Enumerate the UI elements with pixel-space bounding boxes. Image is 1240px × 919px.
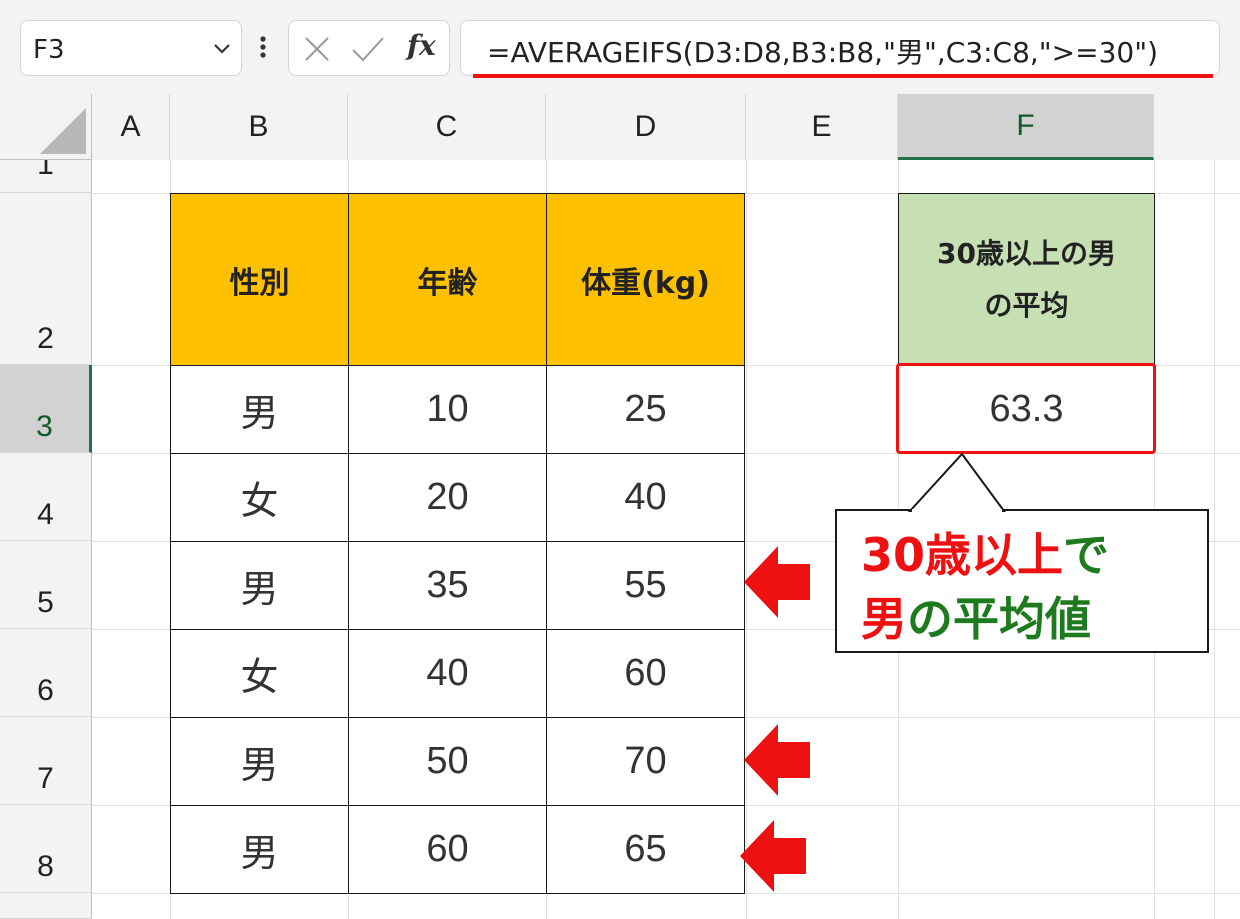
insert-function-icon[interactable]: fx xyxy=(407,29,436,62)
cell-weight[interactable]: 70 xyxy=(546,717,745,806)
arrow-left-icon xyxy=(740,820,806,892)
select-all-corner[interactable] xyxy=(0,94,92,160)
cell-weight[interactable]: 60 xyxy=(546,629,745,718)
header-age[interactable]: 年齢 xyxy=(348,193,547,366)
column-header-b[interactable]: B xyxy=(170,94,348,160)
header-weight[interactable]: 体重(kg) xyxy=(546,193,745,366)
cell-gender[interactable]: 男 xyxy=(170,717,349,806)
row-header-3[interactable]: 3 xyxy=(0,365,92,453)
cell-gender[interactable]: 男 xyxy=(170,541,349,630)
cell-age[interactable]: 50 xyxy=(348,717,547,806)
result-header-line1: 30歳以上の男 xyxy=(937,236,1116,270)
cell-age[interactable]: 40 xyxy=(348,629,547,718)
cell-weight[interactable]: 40 xyxy=(546,453,745,542)
cell-age[interactable]: 60 xyxy=(348,805,547,894)
result-highlight-box xyxy=(896,363,1156,454)
arrow-left-icon xyxy=(744,546,810,618)
callout-line1-red: 30歳以上 xyxy=(861,528,1064,582)
column-header-c[interactable]: C xyxy=(348,94,546,160)
name-box-value[interactable]: F3 xyxy=(33,35,65,65)
callout-line1-green: で xyxy=(1063,528,1110,582)
row-header-1-label[interactable]: 1 xyxy=(37,160,54,182)
row-header-1[interactable]: 1 xyxy=(0,160,92,193)
column-header-g[interactable] xyxy=(1154,94,1240,160)
result-header-line2: の平均 xyxy=(984,288,1069,322)
cell-gender[interactable]: 男 xyxy=(170,365,349,454)
cell-weight[interactable]: 65 xyxy=(546,805,745,894)
result-header[interactable]: 30歳以上の男 の平均 xyxy=(898,193,1155,366)
column-header-e[interactable]: E xyxy=(746,94,898,160)
callout-line2: 男の平均値 xyxy=(861,583,1091,649)
chevron-down-icon[interactable] xyxy=(211,37,233,59)
enter-check-icon[interactable] xyxy=(351,35,385,63)
row-header-2[interactable]: 2 xyxy=(0,193,92,365)
formula-text[interactable]: =AVERAGEIFS(D3:D8,B3:B8,"男",C3:C8,">=30"… xyxy=(487,31,1158,71)
callout-box: 30歳以上で 男の平均値 xyxy=(835,509,1209,653)
callout-pointer xyxy=(907,452,1006,512)
cell-gender[interactable]: 男 xyxy=(170,805,349,894)
cell-weight[interactable]: 25 xyxy=(546,365,745,454)
header-gender[interactable]: 性別 xyxy=(170,193,349,366)
column-header-a[interactable]: A xyxy=(92,94,170,160)
cell-gender[interactable]: 女 xyxy=(170,453,349,542)
row-header-9[interactable] xyxy=(0,893,92,919)
arrow-left-icon xyxy=(744,724,810,796)
cell-age[interactable]: 20 xyxy=(348,453,547,542)
more-vertical-icon[interactable] xyxy=(258,34,268,60)
formula-buttons: fx xyxy=(288,20,450,76)
cell-weight[interactable]: 55 xyxy=(546,541,745,630)
callout-line2-green: の平均値 xyxy=(907,592,1091,646)
row-header-6[interactable]: 6 xyxy=(0,629,92,717)
formula-highlight-underline xyxy=(473,74,1213,78)
formula-input[interactable]: =AVERAGEIFS(D3:D8,B3:B8,"男",C3:C8,">=30"… xyxy=(460,20,1220,76)
row-header-8[interactable]: 8 xyxy=(0,805,92,893)
callout-line2-red: 男 xyxy=(861,592,907,646)
cancel-icon[interactable] xyxy=(303,35,331,63)
callout-line1: 30歳以上で xyxy=(861,519,1109,585)
cell-age[interactable]: 10 xyxy=(348,365,547,454)
formula-bar-area: F3 fx =AVERAGEIFS(D3:D8,B3:B8,"男",C3:C8,… xyxy=(0,0,1240,94)
cell-gender[interactable]: 女 xyxy=(170,629,349,718)
row-header-4[interactable]: 4 xyxy=(0,453,92,541)
column-header-d[interactable]: D xyxy=(546,94,746,160)
name-box[interactable]: F3 xyxy=(20,20,242,76)
cell-age[interactable]: 35 xyxy=(348,541,547,630)
column-header-f[interactable]: F xyxy=(898,94,1154,160)
row-header-5[interactable]: 5 xyxy=(0,541,92,629)
row-header-7[interactable]: 7 xyxy=(0,717,92,805)
select-all-triangle-icon[interactable] xyxy=(0,94,92,160)
